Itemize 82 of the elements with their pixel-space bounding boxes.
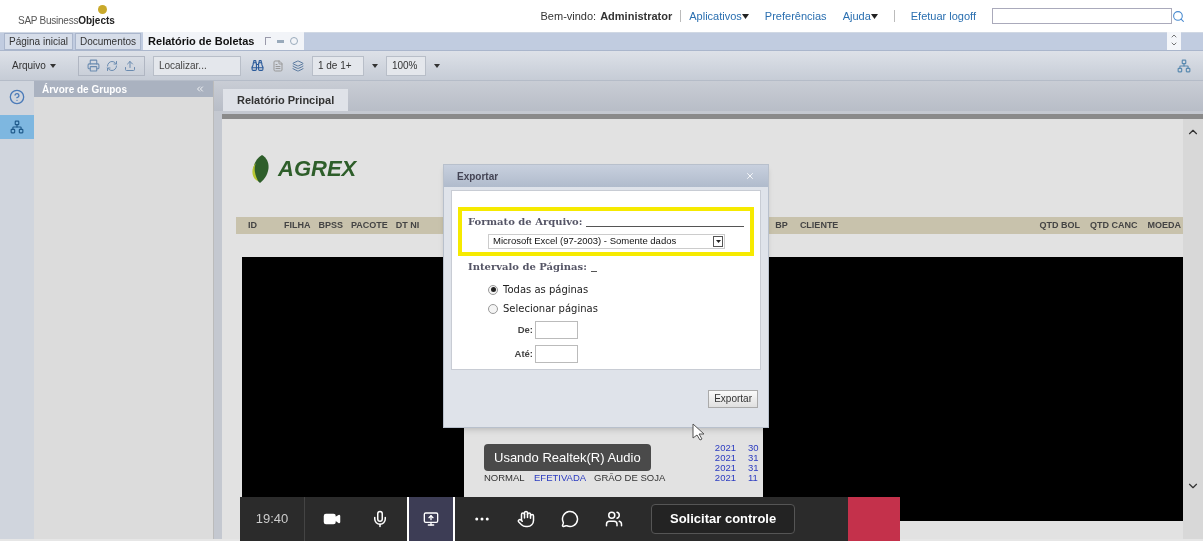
search-field[interactable] xyxy=(992,8,1172,24)
zoom-field[interactable]: 100% xyxy=(385,55,426,76)
welcome-label: Bem-vindo: xyxy=(540,8,597,24)
column-header: CLIENTE xyxy=(799,218,839,232)
request-control-button[interactable]: Solicitar controle xyxy=(651,504,796,534)
table-cell: 31 xyxy=(748,462,759,473)
report-tab[interactable]: Relatório Principal xyxy=(223,89,349,111)
help-icon[interactable] xyxy=(9,89,25,105)
pin-icon[interactable] xyxy=(277,39,285,43)
table-cell: EFETIVADA xyxy=(534,472,587,483)
call-time: 19:40 xyxy=(254,510,290,529)
column-header: ID xyxy=(248,218,258,232)
user-name: Administrator xyxy=(600,8,673,24)
field-label: Até: xyxy=(514,346,533,361)
caret-icon[interactable] xyxy=(371,63,378,68)
dialog-title: Exportar xyxy=(457,169,499,184)
file-menu[interactable]: Arquivo xyxy=(12,58,56,73)
table-cell: 31 xyxy=(748,452,759,463)
page-number-field[interactable] xyxy=(535,345,578,363)
panel-title: Árvore de Grupos xyxy=(42,82,128,97)
radio-button[interactable] xyxy=(488,303,498,314)
radio-label: Todas as páginas xyxy=(503,283,589,297)
export-icon[interactable] xyxy=(123,59,136,72)
caret-icon[interactable] xyxy=(433,63,440,68)
tree-icon xyxy=(10,120,24,134)
column-header: PACOTE xyxy=(351,218,388,232)
raise-hand-icon[interactable] xyxy=(517,510,535,528)
table-cell: GRÃO DE SOJA xyxy=(594,472,666,483)
share-screen-icon xyxy=(423,511,439,527)
scroll-arrows[interactable] xyxy=(1167,32,1181,50)
table-cell: 2021 xyxy=(714,453,736,463)
pointer-icon xyxy=(692,423,704,441)
close-icon[interactable] xyxy=(745,171,755,181)
microphone-icon[interactable] xyxy=(371,510,389,528)
agrex-logo: AGREX xyxy=(248,152,388,185)
tree-button[interactable] xyxy=(0,115,34,139)
header-link[interactable]: Ajuda xyxy=(842,7,878,25)
table-cell: 11 xyxy=(748,472,758,483)
column-header: QTD BOL xyxy=(1039,218,1080,232)
column-header: FILHA xyxy=(284,218,311,232)
pages-icon[interactable] xyxy=(291,59,304,72)
audio-tooltip: Usando Realtek(R) Audio xyxy=(484,444,651,471)
chat-icon[interactable] xyxy=(561,510,579,528)
binoculars-icon[interactable] xyxy=(250,59,264,72)
sap-logo: SAP BusinessObjects xyxy=(18,4,115,28)
page-icon[interactable] xyxy=(271,59,284,72)
header-link[interactable]: Preferências xyxy=(764,7,827,25)
refresh-icon[interactable] xyxy=(105,59,118,72)
caret-icon xyxy=(870,13,878,19)
find-field[interactable]: Localizar... xyxy=(152,55,241,76)
page-field[interactable]: 1 de 1+ xyxy=(311,55,364,76)
share-button[interactable] xyxy=(407,497,455,541)
column-header: DT NI xyxy=(395,218,420,232)
page-number-field[interactable] xyxy=(535,321,578,339)
search-icon[interactable] xyxy=(1172,9,1185,23)
radio-button[interactable] xyxy=(488,284,498,295)
caret-icon xyxy=(49,63,56,68)
tab[interactable]: Documentos xyxy=(74,33,142,50)
format-select[interactable]: Microsoft Excel (97-2003) - Somente dados xyxy=(488,234,725,249)
field-label: De: xyxy=(517,322,533,337)
table-cell: NORMAL xyxy=(484,472,525,483)
header-link[interactable]: Efetuar logoff xyxy=(910,7,976,25)
column-header: MOEDA xyxy=(1147,218,1181,232)
range-label: Intervalo de Páginas: xyxy=(468,260,587,274)
table-cell: 2021 xyxy=(714,473,736,483)
table-cell: 2021 xyxy=(714,443,736,453)
print-icon[interactable] xyxy=(86,59,100,72)
table-cell: 2021 xyxy=(714,463,736,473)
column-header: QTD CANC xyxy=(1090,218,1138,232)
caret-icon xyxy=(741,13,749,19)
export-button[interactable]: Exportar xyxy=(708,389,758,408)
format-label: Formato de Arquivo: xyxy=(468,215,583,229)
column-header: BPSS xyxy=(318,218,343,232)
people-icon[interactable] xyxy=(605,510,623,528)
dropdown-icon[interactable] xyxy=(713,236,723,247)
radio-label: Selecionar páginas xyxy=(503,302,598,316)
tab[interactable]: Página inicial xyxy=(4,33,73,50)
column-header: BP xyxy=(775,218,788,232)
header-link[interactable]: Aplicativos xyxy=(689,7,749,25)
panel-icon[interactable] xyxy=(1177,58,1191,73)
table-cell: 30 xyxy=(748,442,759,453)
tab[interactable]: Relatório de Boletas xyxy=(143,32,260,50)
